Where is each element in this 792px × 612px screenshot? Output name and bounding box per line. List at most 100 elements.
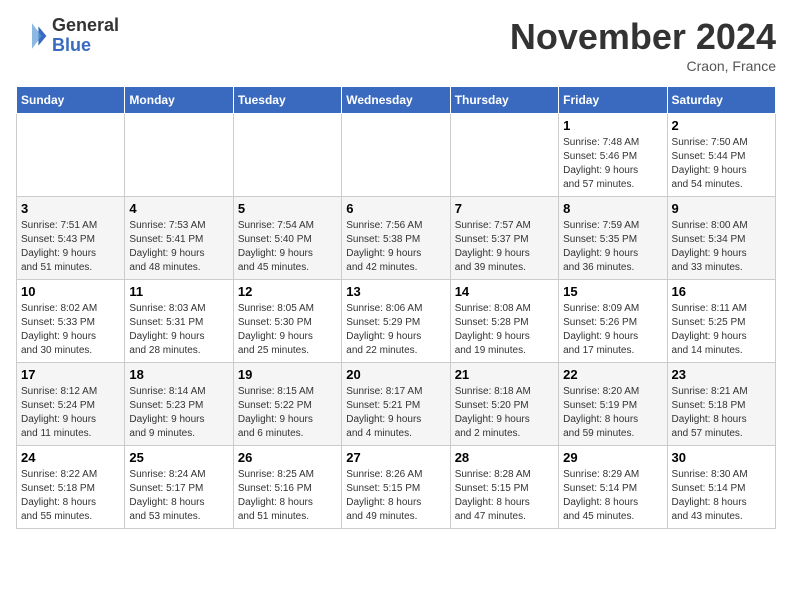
page-header: General Blue November 2024 Craon, France bbox=[16, 16, 776, 74]
calendar-body: 1 Sunrise: 7:48 AM Sunset: 5:46 PM Daylig… bbox=[17, 114, 776, 529]
calendar-cell bbox=[125, 114, 233, 197]
logo: General Blue bbox=[16, 16, 119, 56]
day-info: Sunrise: 8:00 AM Sunset: 5:34 PM Dayligh… bbox=[672, 219, 771, 275]
calendar-cell: 18 Sunrise: 8:14 AM Sunset: 5:23 PM Dayli… bbox=[125, 363, 233, 446]
day-info: Sunrise: 8:24 AM Sunset: 5:17 PM Dayligh… bbox=[129, 468, 228, 524]
day-number: 3 bbox=[21, 201, 120, 216]
day-number: 28 bbox=[455, 450, 554, 465]
calendar-cell: 25 Sunrise: 8:24 AM Sunset: 5:17 PM Dayli… bbox=[125, 446, 233, 529]
day-info: Sunrise: 8:21 AM Sunset: 5:18 PM Dayligh… bbox=[672, 385, 771, 441]
day-number: 29 bbox=[563, 450, 662, 465]
calendar-cell: 7Sunrise: 7:57 AM Sunset: 5:37 PM Daylig… bbox=[450, 197, 558, 280]
day-number: 24 bbox=[21, 450, 120, 465]
day-info: Sunrise: 8:29 AM Sunset: 5:14 PM Dayligh… bbox=[563, 468, 662, 524]
day-info: Sunrise: 7:50 AM Sunset: 5:44 PM Dayligh… bbox=[672, 136, 771, 192]
day-info: Sunrise: 8:09 AM Sunset: 5:26 PM Dayligh… bbox=[563, 302, 662, 358]
col-thursday: Thursday bbox=[450, 87, 558, 114]
calendar-cell: 23 Sunrise: 8:21 AM Sunset: 5:18 PM Dayli… bbox=[667, 363, 775, 446]
calendar-cell: 17 Sunrise: 8:12 AM Sunset: 5:24 PM Dayli… bbox=[17, 363, 125, 446]
day-number: 10 bbox=[21, 284, 120, 299]
calendar-cell: 2Sunrise: 7:50 AM Sunset: 5:44 PM Daylig… bbox=[667, 114, 775, 197]
day-number: 30 bbox=[672, 450, 771, 465]
month-title: November 2024 bbox=[510, 16, 776, 58]
calendar-cell: 9 Sunrise: 8:00 AM Sunset: 5:34 PM Daylig… bbox=[667, 197, 775, 280]
weekday-row: Sunday Monday Tuesday Wednesday Thursday… bbox=[17, 87, 776, 114]
logo-icon bbox=[16, 20, 48, 52]
col-monday: Monday bbox=[125, 87, 233, 114]
day-info: Sunrise: 8:14 AM Sunset: 5:23 PM Dayligh… bbox=[129, 385, 228, 441]
day-number: 13 bbox=[346, 284, 445, 299]
day-info: Sunrise: 8:03 AM Sunset: 5:31 PM Dayligh… bbox=[129, 302, 228, 358]
calendar-cell: 14 Sunrise: 8:08 AM Sunset: 5:28 PM Dayli… bbox=[450, 280, 558, 363]
day-number: 27 bbox=[346, 450, 445, 465]
day-number: 4 bbox=[129, 201, 228, 216]
calendar-cell: 3 Sunrise: 7:51 AM Sunset: 5:43 PM Daylig… bbox=[17, 197, 125, 280]
col-saturday: Saturday bbox=[667, 87, 775, 114]
day-info: Sunrise: 7:48 AM Sunset: 5:46 PM Dayligh… bbox=[563, 136, 662, 192]
day-number: 18 bbox=[129, 367, 228, 382]
calendar-week-4: 17 Sunrise: 8:12 AM Sunset: 5:24 PM Dayli… bbox=[17, 363, 776, 446]
col-wednesday: Wednesday bbox=[342, 87, 450, 114]
calendar-cell: 1 Sunrise: 7:48 AM Sunset: 5:46 PM Daylig… bbox=[559, 114, 667, 197]
calendar-week-2: 3 Sunrise: 7:51 AM Sunset: 5:43 PM Daylig… bbox=[17, 197, 776, 280]
day-number: 14 bbox=[455, 284, 554, 299]
calendar-week-1: 1 Sunrise: 7:48 AM Sunset: 5:46 PM Daylig… bbox=[17, 114, 776, 197]
calendar-cell: 11 Sunrise: 8:03 AM Sunset: 5:31 PM Dayli… bbox=[125, 280, 233, 363]
day-number: 23 bbox=[672, 367, 771, 382]
day-info: Sunrise: 8:17 AM Sunset: 5:21 PM Dayligh… bbox=[346, 385, 445, 441]
calendar-cell: 29 Sunrise: 8:29 AM Sunset: 5:14 PM Dayli… bbox=[559, 446, 667, 529]
day-info: Sunrise: 8:12 AM Sunset: 5:24 PM Dayligh… bbox=[21, 385, 120, 441]
day-info: Sunrise: 7:51 AM Sunset: 5:43 PM Dayligh… bbox=[21, 219, 120, 275]
calendar-cell: 28Sunrise: 8:28 AM Sunset: 5:15 PM Dayli… bbox=[450, 446, 558, 529]
calendar-cell: 19 Sunrise: 8:15 AM Sunset: 5:22 PM Dayli… bbox=[233, 363, 341, 446]
calendar-cell: 15 Sunrise: 8:09 AM Sunset: 5:26 PM Dayli… bbox=[559, 280, 667, 363]
day-number: 26 bbox=[238, 450, 337, 465]
day-number: 11 bbox=[129, 284, 228, 299]
calendar-cell: 27 Sunrise: 8:26 AM Sunset: 5:15 PM Dayli… bbox=[342, 446, 450, 529]
day-info: Sunrise: 8:25 AM Sunset: 5:16 PM Dayligh… bbox=[238, 468, 337, 524]
day-info: Sunrise: 8:15 AM Sunset: 5:22 PM Dayligh… bbox=[238, 385, 337, 441]
day-info: Sunrise: 8:11 AM Sunset: 5:25 PM Dayligh… bbox=[672, 302, 771, 358]
day-info: Sunrise: 8:22 AM Sunset: 5:18 PM Dayligh… bbox=[21, 468, 120, 524]
calendar-header: Sunday Monday Tuesday Wednesday Thursday… bbox=[17, 87, 776, 114]
day-number: 9 bbox=[672, 201, 771, 216]
day-info: Sunrise: 8:02 AM Sunset: 5:33 PM Dayligh… bbox=[21, 302, 120, 358]
calendar-table: Sunday Monday Tuesday Wednesday Thursday… bbox=[16, 86, 776, 529]
logo-text: General Blue bbox=[52, 16, 119, 56]
calendar-cell: 10 Sunrise: 8:02 AM Sunset: 5:33 PM Dayli… bbox=[17, 280, 125, 363]
calendar-cell: 5Sunrise: 7:54 AM Sunset: 5:40 PM Daylig… bbox=[233, 197, 341, 280]
day-number: 22 bbox=[563, 367, 662, 382]
day-info: Sunrise: 7:54 AM Sunset: 5:40 PM Dayligh… bbox=[238, 219, 337, 275]
calendar-cell bbox=[17, 114, 125, 197]
col-friday: Friday bbox=[559, 87, 667, 114]
day-number: 8 bbox=[563, 201, 662, 216]
calendar-cell: 16 Sunrise: 8:11 AM Sunset: 5:25 PM Dayli… bbox=[667, 280, 775, 363]
calendar-cell: 24 Sunrise: 8:22 AM Sunset: 5:18 PM Dayli… bbox=[17, 446, 125, 529]
title-section: November 2024 Craon, France bbox=[510, 16, 776, 74]
day-info: Sunrise: 8:30 AM Sunset: 5:14 PM Dayligh… bbox=[672, 468, 771, 524]
day-number: 16 bbox=[672, 284, 771, 299]
calendar-cell bbox=[342, 114, 450, 197]
calendar-cell: 26 Sunrise: 8:25 AM Sunset: 5:16 PM Dayli… bbox=[233, 446, 341, 529]
day-info: Sunrise: 8:26 AM Sunset: 5:15 PM Dayligh… bbox=[346, 468, 445, 524]
day-number: 7 bbox=[455, 201, 554, 216]
col-sunday: Sunday bbox=[17, 87, 125, 114]
calendar-week-5: 24 Sunrise: 8:22 AM Sunset: 5:18 PM Dayli… bbox=[17, 446, 776, 529]
calendar-cell bbox=[233, 114, 341, 197]
calendar-cell: 21Sunrise: 8:18 AM Sunset: 5:20 PM Dayli… bbox=[450, 363, 558, 446]
day-number: 1 bbox=[563, 118, 662, 133]
day-info: Sunrise: 8:08 AM Sunset: 5:28 PM Dayligh… bbox=[455, 302, 554, 358]
calendar-cell: 6Sunrise: 7:56 AM Sunset: 5:38 PM Daylig… bbox=[342, 197, 450, 280]
day-number: 21 bbox=[455, 367, 554, 382]
day-info: Sunrise: 8:05 AM Sunset: 5:30 PM Dayligh… bbox=[238, 302, 337, 358]
col-tuesday: Tuesday bbox=[233, 87, 341, 114]
day-number: 15 bbox=[563, 284, 662, 299]
day-info: Sunrise: 8:20 AM Sunset: 5:19 PM Dayligh… bbox=[563, 385, 662, 441]
day-number: 17 bbox=[21, 367, 120, 382]
location: Craon, France bbox=[510, 58, 776, 74]
day-info: Sunrise: 7:59 AM Sunset: 5:35 PM Dayligh… bbox=[563, 219, 662, 275]
calendar-cell: 20 Sunrise: 8:17 AM Sunset: 5:21 PM Dayli… bbox=[342, 363, 450, 446]
day-number: 20 bbox=[346, 367, 445, 382]
day-number: 25 bbox=[129, 450, 228, 465]
day-number: 19 bbox=[238, 367, 337, 382]
